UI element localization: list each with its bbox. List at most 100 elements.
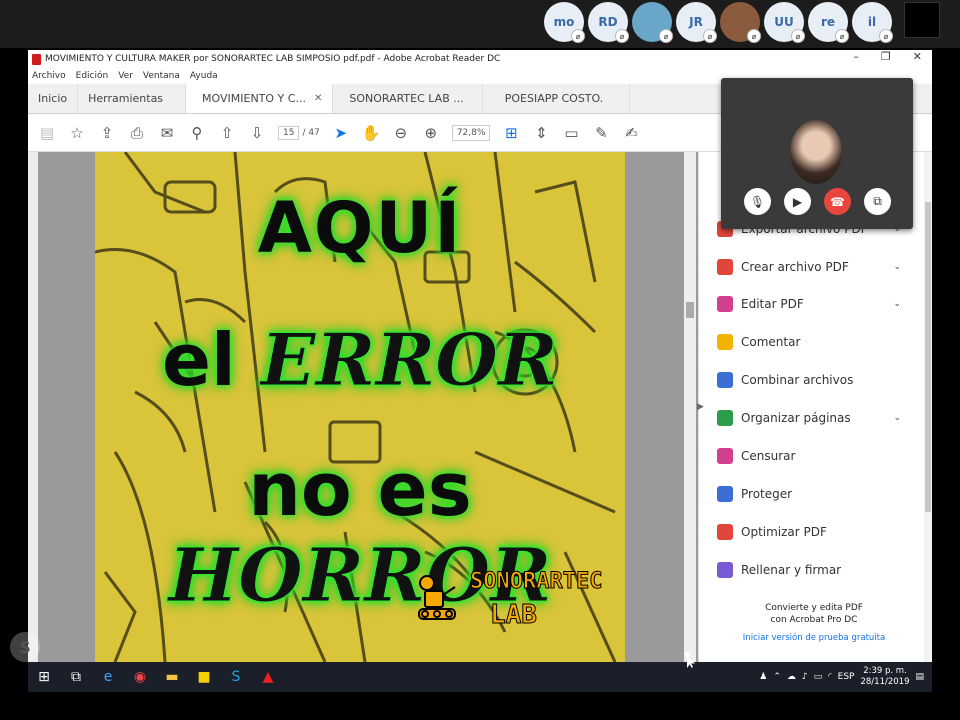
tool-censurar[interactable]: Censurar bbox=[717, 441, 897, 471]
edit-pdf-icon bbox=[717, 296, 733, 312]
chrome-icon[interactable]: ◉ bbox=[124, 662, 156, 692]
tab-document[interactable]: SONORARTEC LAB ... bbox=[333, 84, 483, 113]
tool-comentar[interactable]: Comentar bbox=[717, 327, 897, 357]
microphone-icon[interactable]: 🎙 bbox=[744, 188, 771, 215]
close-icon[interactable]: ✕ bbox=[913, 50, 922, 63]
trial-link[interactable]: Iniciar versión de prueba gratuita bbox=[719, 632, 909, 644]
clock[interactable]: 2:39 p. m. 28/11/2019 bbox=[860, 666, 909, 688]
optimize-pdf-icon bbox=[717, 524, 733, 540]
tab-document-active[interactable]: MOVIMIENTO Y C... ✕ bbox=[186, 84, 334, 113]
restore-icon[interactable]: ❐ bbox=[881, 50, 891, 63]
self-thumbnail[interactable] bbox=[904, 2, 940, 38]
language-indicator[interactable]: ESP bbox=[838, 672, 855, 682]
shield-icon bbox=[717, 486, 733, 502]
tool-rellenar-firmar[interactable]: Rellenar y firmar bbox=[717, 555, 897, 585]
tools-scrollbar[interactable] bbox=[924, 152, 932, 662]
edge-icon[interactable]: e bbox=[92, 662, 124, 692]
chevron-down-icon[interactable]: ⌄ bbox=[893, 262, 901, 272]
file-explorer-icon[interactable]: ▬ bbox=[156, 662, 188, 692]
tool-label: Rellenar y firmar bbox=[741, 563, 842, 577]
menu-edicion[interactable]: Edición bbox=[76, 71, 109, 81]
select-cursor-icon[interactable]: ➤ bbox=[332, 124, 350, 142]
comment-icon[interactable]: ▭ bbox=[562, 124, 580, 142]
save-icon[interactable]: ▤ bbox=[38, 124, 56, 142]
zoom-select[interactable]: 72,8% bbox=[451, 124, 491, 141]
robot-logo-icon bbox=[418, 575, 456, 620]
print-icon[interactable]: ⎙ bbox=[128, 124, 146, 142]
fill-sign-icon bbox=[717, 562, 733, 578]
tool-proteger[interactable]: Proteger bbox=[717, 479, 897, 509]
tool-organizar[interactable]: Organizar páginas ⌄ bbox=[717, 403, 901, 433]
tool-editar-pdf[interactable]: Editar PDF ⌄ bbox=[717, 289, 901, 319]
zoom-search-icon[interactable]: ⚲ bbox=[188, 124, 206, 142]
skype-icon[interactable]: S bbox=[220, 662, 252, 692]
zoom-in-icon[interactable]: ⊕ bbox=[422, 124, 440, 142]
zoom-out-icon[interactable]: ⊖ bbox=[392, 124, 410, 142]
document-view[interactable]: AQUÍ el ERROR no es HORROR SONORARTEC LA… bbox=[28, 152, 698, 662]
minimize-icon[interactable]: – bbox=[853, 50, 859, 63]
volume-icon[interactable]: ♪ bbox=[802, 672, 808, 682]
hang-up-icon[interactable]: ☎ bbox=[824, 188, 851, 215]
poster-line-1: AQUÍ bbox=[257, 187, 463, 269]
battery-icon[interactable]: ▭ bbox=[814, 672, 823, 682]
tab-document[interactable]: POESIAPP COSTO. bbox=[483, 84, 631, 113]
sonorartec-logo: SONORARTEC LAB bbox=[415, 567, 605, 637]
scrollbar-thumb[interactable] bbox=[686, 302, 694, 318]
participant-avatar[interactable]: re ⌀ bbox=[808, 2, 849, 43]
participant-avatar[interactable]: JR ⌀ bbox=[676, 2, 717, 43]
windows-start-icon[interactable]: ⊞ bbox=[28, 662, 60, 692]
menu-archivo[interactable]: Archivo bbox=[32, 71, 66, 81]
page-down-icon[interactable]: ⇩ bbox=[248, 124, 266, 142]
scrollbar-thumb[interactable] bbox=[925, 202, 931, 512]
collapse-pane-icon[interactable]: ▶ bbox=[697, 402, 704, 412]
poster-highlight: ERROR bbox=[260, 317, 558, 403]
page-indicator: 15 / 47 bbox=[278, 125, 320, 140]
highlight-icon[interactable]: ✎ bbox=[592, 124, 610, 142]
menu-ayuda[interactable]: Ayuda bbox=[190, 71, 218, 81]
tab-label: MOVIMIENTO Y C... bbox=[202, 92, 306, 105]
tool-optimizar[interactable]: Optimizar PDF bbox=[717, 517, 897, 547]
left-pane-collapsed[interactable] bbox=[28, 152, 38, 662]
cloud-icon[interactable]: ☁ bbox=[787, 672, 796, 682]
show-hidden-icon[interactable]: ⌃ bbox=[773, 672, 781, 682]
menu-ventana[interactable]: Ventana bbox=[143, 71, 180, 81]
tab-herramientas[interactable]: Herramientas bbox=[78, 84, 187, 113]
page-number-input[interactable]: 15 bbox=[278, 125, 300, 140]
hand-tool-icon[interactable]: ✋ bbox=[362, 124, 381, 142]
people-icon[interactable]: ♟ bbox=[759, 672, 767, 682]
participant-avatar[interactable]: ⌀ bbox=[720, 2, 761, 43]
participant-initials: mo bbox=[553, 15, 575, 29]
tool-crear-pdf[interactable]: Crear archivo PDF ⌄ bbox=[717, 252, 901, 282]
notification-icon[interactable]: ▤ bbox=[915, 672, 924, 682]
close-tab-icon[interactable]: ✕ bbox=[314, 93, 322, 104]
switch-view-icon[interactable]: ⧉ bbox=[864, 188, 891, 215]
participant-avatar[interactable]: ⌀ bbox=[632, 2, 673, 43]
poster-line-2: el ERROR bbox=[95, 317, 625, 403]
page-up-icon[interactable]: ⇧ bbox=[218, 124, 236, 142]
mic-muted-icon: ⌀ bbox=[703, 29, 717, 43]
chevron-down-icon[interactable]: ⌄ bbox=[893, 413, 901, 423]
tool-combinar[interactable]: Combinar archivos bbox=[717, 365, 897, 395]
document-scrollbar[interactable] bbox=[684, 152, 696, 662]
self-video bbox=[790, 120, 842, 184]
wifi-icon[interactable]: ◜ bbox=[828, 672, 832, 682]
chevron-down-icon[interactable]: ⌄ bbox=[893, 299, 901, 309]
participant-avatar[interactable]: UU ⌀ bbox=[764, 2, 805, 43]
task-view-icon[interactable]: ⧉ bbox=[60, 662, 92, 692]
star-icon[interactable]: ☆ bbox=[68, 124, 86, 142]
participant-avatar[interactable]: RD ⌀ bbox=[588, 2, 629, 43]
logo-text-bottom: LAB bbox=[490, 600, 538, 631]
camera-icon[interactable]: ▶ bbox=[784, 188, 811, 215]
upload-icon[interactable]: ⇪ bbox=[98, 124, 116, 142]
email-icon[interactable]: ✉ bbox=[158, 124, 176, 142]
menu-ver[interactable]: Ver bbox=[118, 71, 133, 81]
participant-avatar[interactable]: mo ⌀ bbox=[544, 2, 585, 43]
participant-avatar[interactable]: il ⌀ bbox=[852, 2, 893, 43]
acrobat-icon[interactable]: ▲ bbox=[252, 662, 284, 692]
fit-page-icon[interactable]: ⊞ bbox=[502, 124, 520, 142]
tab-inicio[interactable]: Inicio bbox=[28, 84, 79, 113]
scroll-mode-icon[interactable]: ⇕ bbox=[532, 124, 550, 142]
sign-icon[interactable]: ✍ bbox=[622, 124, 640, 142]
tool-label: Proteger bbox=[741, 487, 793, 501]
sticky-notes-icon[interactable]: ■ bbox=[188, 662, 220, 692]
